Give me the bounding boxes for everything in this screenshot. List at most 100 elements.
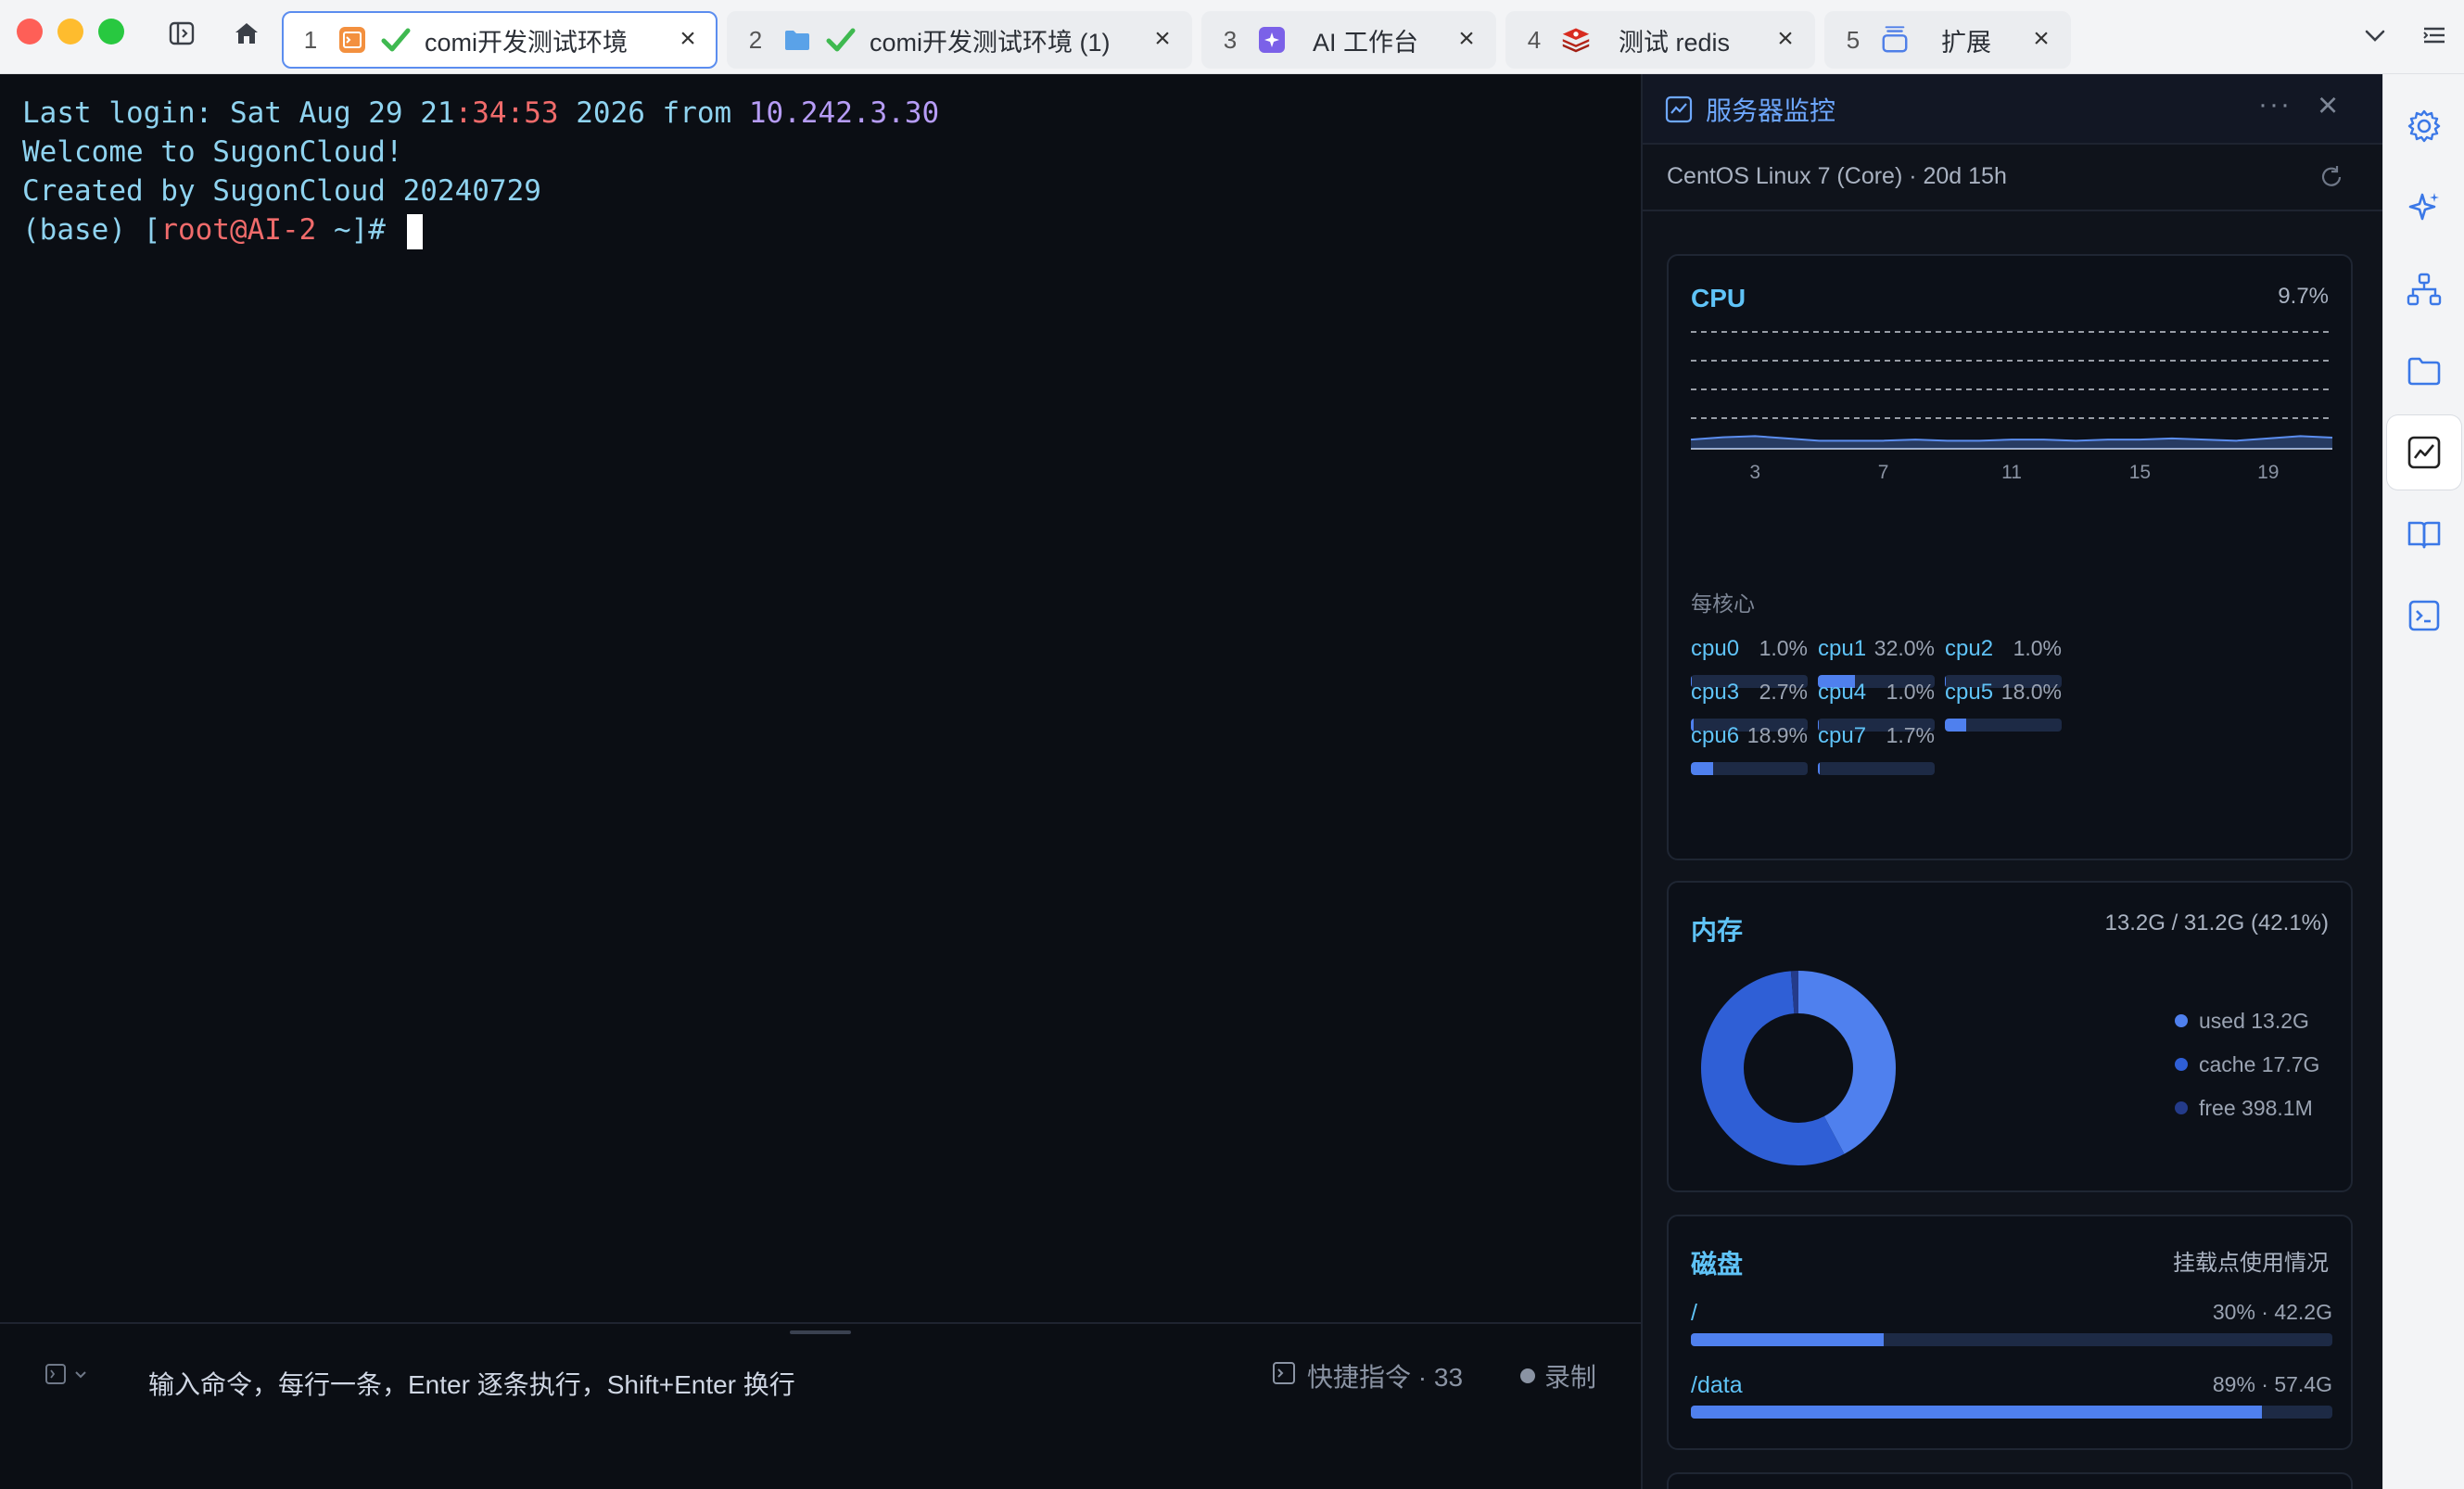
core-name: cpu3 [1691, 680, 1740, 705]
tab-close-icon[interactable]: × [1455, 25, 1478, 53]
redis-icon [1561, 25, 1591, 55]
disk-row-data: /data 89% · 57.4G [1691, 1372, 2332, 1432]
sidebar-toggle-icon[interactable] [167, 19, 197, 48]
cpu-history-chart: 3 7 11 15 19 [1690, 331, 2333, 483]
tab-label: AI 工作台 [1313, 28, 1419, 57]
settings-button[interactable] [2387, 89, 2461, 163]
tab-label: comi开发测试环境 (1) [870, 28, 1111, 57]
tab-close-icon[interactable]: × [1774, 25, 1797, 53]
record-button[interactable]: 录制 [1520, 1357, 1632, 1394]
cpu-usage: 9.7% [2278, 284, 2329, 309]
cpu-x-tick: 15 [2129, 462, 2151, 483]
record-label: 录制 [1544, 1363, 1597, 1392]
tab-number: 1 [303, 25, 318, 54]
terminal-output[interactable]: Last login: Sat Aug 29 21:34:53 2026 fro… [0, 74, 1641, 1322]
tab-5[interactable]: 5 扩展 × [1824, 11, 2071, 69]
disk-subtitle: 挂载点使用情况 [2173, 1251, 2329, 1276]
chevron-down-icon[interactable] [2360, 20, 2390, 50]
cpu-title: CPU [1691, 284, 1746, 312]
terminal-button[interactable] [2387, 579, 2461, 653]
disk-usage-bar [1691, 1333, 2332, 1346]
home-icon[interactable] [232, 19, 261, 48]
core-usage-fill [1945, 719, 1966, 732]
right-icon-rail [2382, 74, 2464, 1489]
connected-check-icon [380, 25, 412, 55]
close-panel-icon[interactable]: × [2318, 87, 2338, 124]
core-usage-bar [1945, 719, 2062, 732]
terminal-icon [337, 25, 367, 55]
tab-close-icon[interactable]: × [1151, 25, 1174, 53]
core-percent: 18.0% [2000, 680, 2062, 704]
tab-number: 5 [1846, 25, 1861, 54]
folder-icon [2407, 357, 2441, 386]
terminal-line-created: Created by SugonCloud 20240729 [22, 174, 541, 208]
legend-cache-dot [2175, 1058, 2188, 1071]
terminal-mode-icon[interactable] [44, 1361, 91, 1389]
next-card-edge [1667, 1472, 2353, 1489]
disk-usage-fill [1691, 1406, 2262, 1419]
core-name: cpu2 [1945, 636, 1994, 661]
ai-assistant-button[interactable] [2387, 171, 2461, 245]
tab-2[interactable]: 2 comi开发测试环境 (1) × [727, 11, 1192, 69]
window-close-button[interactable] [17, 19, 43, 45]
tab-label: 测试 redis [1619, 28, 1731, 57]
memory-card: 内存 13.2G / 31.2G (42.1%) used 13.2G cach… [1667, 881, 2353, 1192]
window-minimize-button[interactable] [57, 19, 83, 45]
gear-icon [2407, 109, 2441, 143]
tab-close-icon[interactable]: × [2030, 25, 2052, 53]
core-name: cpu0 [1691, 636, 1740, 661]
core-percent: 1.0% [1759, 636, 1808, 660]
command-input[interactable]: 输入命令，每行一条，Enter 逐条执行，Shift+Enter 换行 [148, 1365, 1261, 1402]
memory-summary: 13.2G / 31.2G (42.1%) [2104, 910, 2329, 935]
cpu-x-tick: 11 [2001, 462, 2022, 483]
files-button[interactable] [2387, 334, 2461, 408]
monitor-chart-icon [1665, 95, 1693, 123]
record-dot-icon [1520, 1368, 1535, 1383]
terminal-line-login: Last login: Sat Aug 29 21:34:53 2026 fro… [22, 96, 940, 130]
cpu-core-cpu5: cpu5 18.0% [1945, 680, 2062, 737]
legend-cache: cache 17.7G [2175, 1052, 2319, 1077]
cpu-x-tick: 3 [1749, 462, 1760, 483]
extension-icon [1880, 25, 1910, 55]
title-bar: 1 comi开发测试环境 × 2 comi开发测试环境 (1) × 3 AI 工… [0, 0, 2464, 74]
tab-3[interactable]: 3 AI 工作台 × [1201, 11, 1496, 69]
core-name: cpu1 [1818, 636, 1867, 661]
legend-free: free 398.1M [2175, 1096, 2313, 1121]
disk-mount: /data [1691, 1372, 1743, 1398]
window-maximize-button[interactable] [98, 19, 124, 45]
tab-4[interactable]: 4 测试 redis × [1505, 11, 1815, 69]
terminal-prompt: (base) [root@AI-2 ~]# [22, 213, 423, 249]
cpu-card: CPU 9.7% 3 7 11 15 19 每核心 cpu0 1.0% cpu1 32.0% c… [1667, 254, 2353, 860]
docs-button[interactable] [2387, 497, 2461, 571]
legend-used: used 13.2G [2175, 1009, 2309, 1034]
core-percent: 18.9% [1746, 723, 1808, 747]
tab-number: 3 [1223, 25, 1238, 54]
core-percent: 1.7% [1886, 723, 1935, 747]
refresh-icon[interactable] [2318, 163, 2345, 191]
sparkle-icon [2408, 193, 2439, 221]
per-core-label: 每核心 [1691, 592, 1755, 616]
legend-used-dot [2175, 1014, 2188, 1027]
memory-donut-chart [1701, 971, 1896, 1165]
disk-usage-fill [1691, 1333, 1884, 1346]
disk-info: 89% · 57.4G [2212, 1372, 2332, 1396]
server-monitor-button[interactable] [2387, 415, 2461, 490]
folder-icon [782, 25, 812, 55]
core-name: cpu7 [1818, 723, 1867, 748]
more-options-icon[interactable]: ··· [2258, 89, 2292, 121]
tab-number: 2 [748, 25, 763, 54]
tab-label: comi开发测试环境 [425, 28, 629, 57]
tab-1[interactable]: 1 comi开发测试环境 × [282, 11, 718, 69]
tab-close-icon[interactable]: × [677, 25, 699, 53]
network-topology-button[interactable] [2387, 252, 2461, 326]
right-panel-toggle-icon[interactable] [2420, 20, 2449, 50]
connected-check-icon [825, 25, 857, 55]
disk-usage-bar [1691, 1406, 2332, 1419]
core-percent: 32.0% [1873, 636, 1935, 660]
core-usage-bar [1818, 762, 1935, 775]
shortcuts-label: 快捷指令 · 33 [1307, 1363, 1464, 1392]
core-usage-bar [1691, 762, 1808, 775]
disk-mount: / [1691, 1300, 1697, 1326]
resize-handle[interactable] [790, 1330, 851, 1334]
core-name: cpu5 [1945, 680, 1994, 705]
